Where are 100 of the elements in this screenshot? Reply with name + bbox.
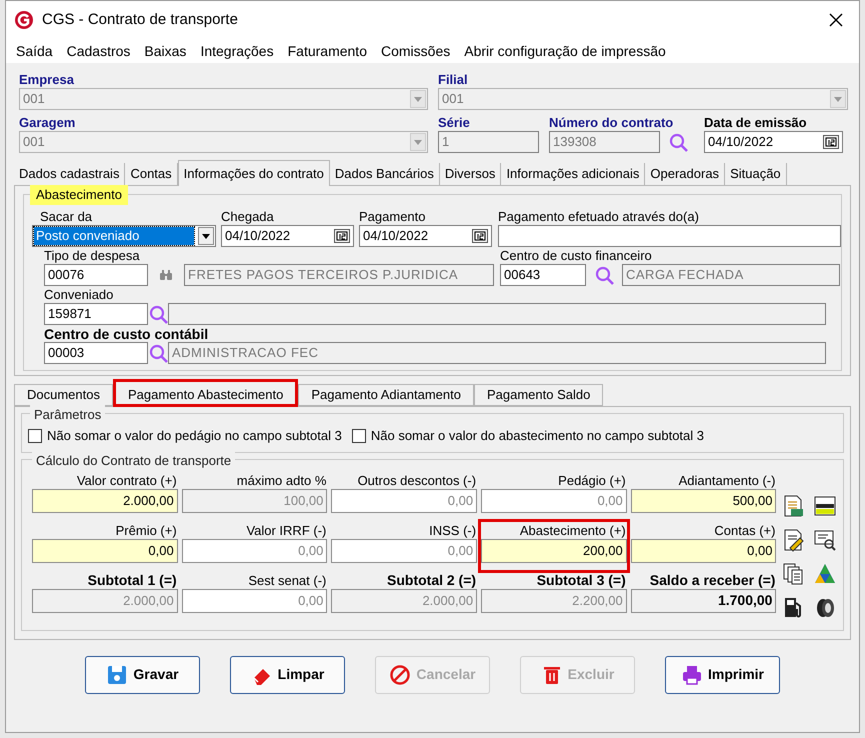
tab[interactable]: Pagamento Abastecimento xyxy=(112,379,298,407)
tab[interactable]: Documentos xyxy=(14,384,113,406)
action-button[interactable]: Limpar xyxy=(230,656,345,694)
input-field[interactable]: 04/10/2022 xyxy=(704,131,843,153)
no-entry-icon xyxy=(389,664,412,686)
field-label: Saldo a receber (=) xyxy=(648,572,776,588)
field-label: Pagamento xyxy=(359,209,426,225)
field-label: Tipo de despesa xyxy=(44,248,141,264)
field-label: máximo adto % xyxy=(236,472,328,488)
field-label: Prêmio (+) xyxy=(114,522,178,538)
search-icon[interactable] xyxy=(148,304,168,324)
field-label: Centro de custo financeiro xyxy=(500,248,653,264)
field-label: Filial xyxy=(438,71,469,88)
search-icon[interactable] xyxy=(148,343,168,363)
input-field[interactable]: FRETES PAGOS TERCEIROS P.JURIDICA xyxy=(184,264,494,286)
checkbox-label: Não somar o valor do pedágio no campo subtotal 3 xyxy=(47,427,342,445)
field-label: Garagem xyxy=(19,114,76,131)
binoculars-icon[interactable] xyxy=(159,269,173,281)
tab[interactable]: Pagamento Adiantamento xyxy=(298,384,474,406)
checkbox[interactable] xyxy=(28,428,42,443)
input-field[interactable]: 2.000,00 xyxy=(32,488,178,512)
input-field[interactable]: 0,00 xyxy=(32,538,178,562)
input-field[interactable] xyxy=(498,225,841,247)
field-label: Pedágio (+) xyxy=(557,472,627,488)
action-button[interactable]: Imprimir xyxy=(665,656,780,694)
tab[interactable]: Informações do contrato xyxy=(178,160,330,186)
field-label: Adiantamento (-) xyxy=(678,472,776,488)
input-field[interactable]: 1.700,00 xyxy=(630,588,776,612)
window-title: CGS - Contrato de transporte xyxy=(42,10,238,30)
branch-dropdown[interactable]: 001 xyxy=(438,88,848,110)
field-label: Abastecimento (+) xyxy=(518,522,627,538)
input-field[interactable]: 0,00 xyxy=(182,538,328,562)
input-field: 100,00 xyxy=(182,488,328,512)
input-field[interactable]: 0,00 xyxy=(182,588,328,612)
field-label: Valor contrato (+) xyxy=(76,472,178,488)
input-field[interactable]: ADMINISTRACAO FEC xyxy=(168,342,826,364)
field-label: Número do contrato xyxy=(549,114,674,131)
app-logo-icon xyxy=(14,10,34,30)
menu-item[interactable]: Integrações xyxy=(193,40,281,62)
calendar-icon[interactable] xyxy=(823,135,839,149)
input-field[interactable] xyxy=(168,303,826,325)
input-field[interactable]: 159871 xyxy=(44,303,148,325)
field-label: Sacar da xyxy=(39,209,94,225)
group-title: Abastecimento xyxy=(30,185,128,204)
tab[interactable]: Pagamento Saldo xyxy=(474,384,604,406)
menu-item[interactable]: Abrir configuração de impressão xyxy=(457,40,673,62)
field-label: Série xyxy=(438,114,471,131)
input-field[interactable]: 1 xyxy=(438,131,539,153)
close-icon[interactable] xyxy=(829,13,843,27)
field-label: Pagamento efetuado através do(a) xyxy=(498,209,700,225)
triangle-icon[interactable] xyxy=(814,562,836,586)
menu-item[interactable]: Comissões xyxy=(374,40,458,62)
input-field[interactable]: 0,00 xyxy=(481,488,627,512)
field-label: Centro de custo contábil xyxy=(44,326,210,342)
input-field[interactable]: 0,00 xyxy=(630,538,776,562)
printer-icon xyxy=(680,664,703,686)
field-label: Data de emissão xyxy=(704,114,808,131)
field-label: Subtotal 3 (=) xyxy=(536,572,627,588)
menu-item[interactable]: Cadastros xyxy=(60,40,138,62)
field-label: Valor IRRF (-) xyxy=(245,522,328,538)
field-label: Empresa xyxy=(19,71,75,88)
screen-search-icon[interactable] xyxy=(814,528,836,552)
input-field[interactable]: 0,00 xyxy=(331,488,478,512)
menu-item[interactable]: Saída xyxy=(9,40,60,62)
menu-item[interactable]: Baixas xyxy=(137,40,194,62)
input-field[interactable]: 139308 xyxy=(549,131,660,153)
input-field: 2.000,00 xyxy=(32,588,178,612)
field-label: Sest senat (-) xyxy=(247,572,328,588)
input-field[interactable]: 00076 xyxy=(44,264,148,286)
input-field[interactable]: 04/10/2022 xyxy=(221,225,354,247)
input-field[interactable]: 04/10/2022 xyxy=(359,225,492,247)
input-field[interactable]: 200,00 xyxy=(481,538,627,562)
input-field[interactable]: 00643 xyxy=(500,264,586,286)
field-label: Subtotal 1 (=) xyxy=(86,572,178,588)
input-field: 2.200,00 xyxy=(481,588,627,612)
select-field[interactable]: Posto conveniado xyxy=(32,225,216,247)
checkbox-label: Não somar o valor do abastecimento no campo subtotal 3 xyxy=(370,427,704,445)
company-dropdown[interactable]: 001 xyxy=(19,88,428,110)
input-field[interactable]: 00003 xyxy=(44,342,148,364)
search-icon[interactable] xyxy=(594,265,614,285)
field-label: Chegada xyxy=(221,209,275,225)
pages-icon[interactable] xyxy=(782,562,804,586)
field-label: Subtotal 2 (=) xyxy=(386,572,478,588)
input-field[interactable]: 0,00 xyxy=(331,538,478,562)
group-title: Cálculo do Contrato de transporte xyxy=(32,450,236,470)
field-label: INSS (-) xyxy=(428,522,478,538)
garage-dropdown[interactable]: 001 xyxy=(19,131,428,153)
input-field[interactable]: 500,00 xyxy=(630,488,776,512)
checkbox[interactable] xyxy=(352,428,366,443)
field-label: Conveniado xyxy=(44,287,114,303)
menu-item[interactable]: Faturamento xyxy=(280,40,374,62)
field-label: Outros descontos (-) xyxy=(356,472,478,488)
calendar-icon[interactable] xyxy=(472,229,488,243)
search-icon[interactable] xyxy=(668,132,688,152)
action-button[interactable]: Gravar xyxy=(85,656,200,694)
calendar-icon[interactable] xyxy=(334,229,350,243)
document-icon[interactable] xyxy=(782,494,804,518)
input-field[interactable]: CARGA FECHADA xyxy=(622,264,840,286)
document-pen-icon[interactable] xyxy=(782,528,804,552)
card-icon[interactable] xyxy=(814,494,836,518)
